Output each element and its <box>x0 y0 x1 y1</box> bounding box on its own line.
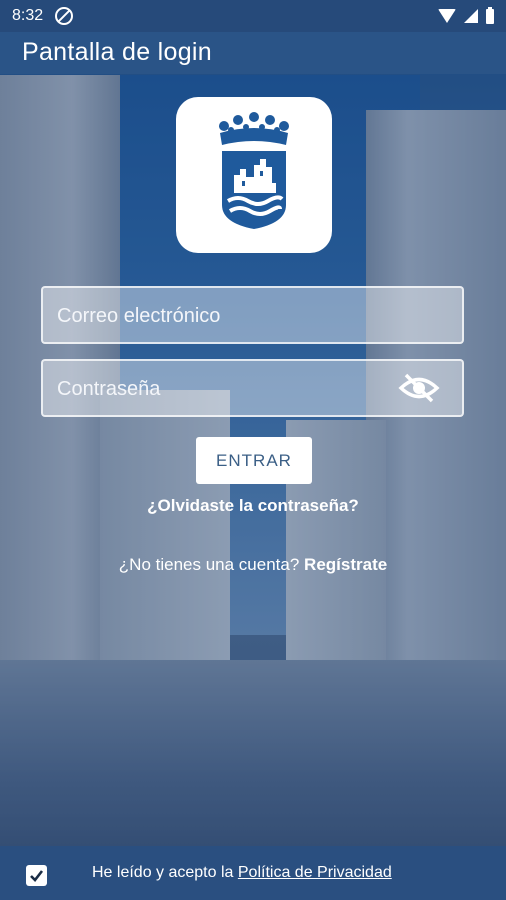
signal-icon <box>464 9 478 23</box>
app-bar: Pantalla de login <box>0 32 506 74</box>
checkmark-icon <box>30 870 44 882</box>
privacy-prefix: He leído y acepto la <box>92 864 234 881</box>
email-field[interactable] <box>41 286 464 344</box>
email-input[interactable] <box>55 288 399 344</box>
privacy-checkbox[interactable] <box>26 865 47 886</box>
register-link[interactable]: Regístrate <box>304 555 387 574</box>
forgot-password-link[interactable]: ¿Olvidaste la contraseña? <box>0 496 506 516</box>
do-not-disturb-icon <box>55 7 74 25</box>
privacy-text: He leído y acepto la Política de Privaci… <box>92 864 392 882</box>
password-input[interactable] <box>55 361 399 417</box>
login-button[interactable]: ENTRAR <box>196 437 312 484</box>
city-coat-of-arms-logo <box>176 97 332 253</box>
register-prompt: ¿No tienes una cuenta? Regístrate <box>0 555 506 575</box>
eye-off-icon[interactable] <box>398 373 440 403</box>
status-time: 8:32 <box>12 7 44 24</box>
password-field[interactable] <box>41 359 464 417</box>
no-account-text: ¿No tienes una cuenta? <box>118 555 300 574</box>
privacy-policy-link[interactable]: Política de Privacidad <box>238 864 392 881</box>
wifi-icon <box>438 9 456 23</box>
status-bar: 8:32 <box>0 0 506 32</box>
page-title: Pantalla de login <box>22 38 212 66</box>
battery-icon <box>486 6 494 24</box>
